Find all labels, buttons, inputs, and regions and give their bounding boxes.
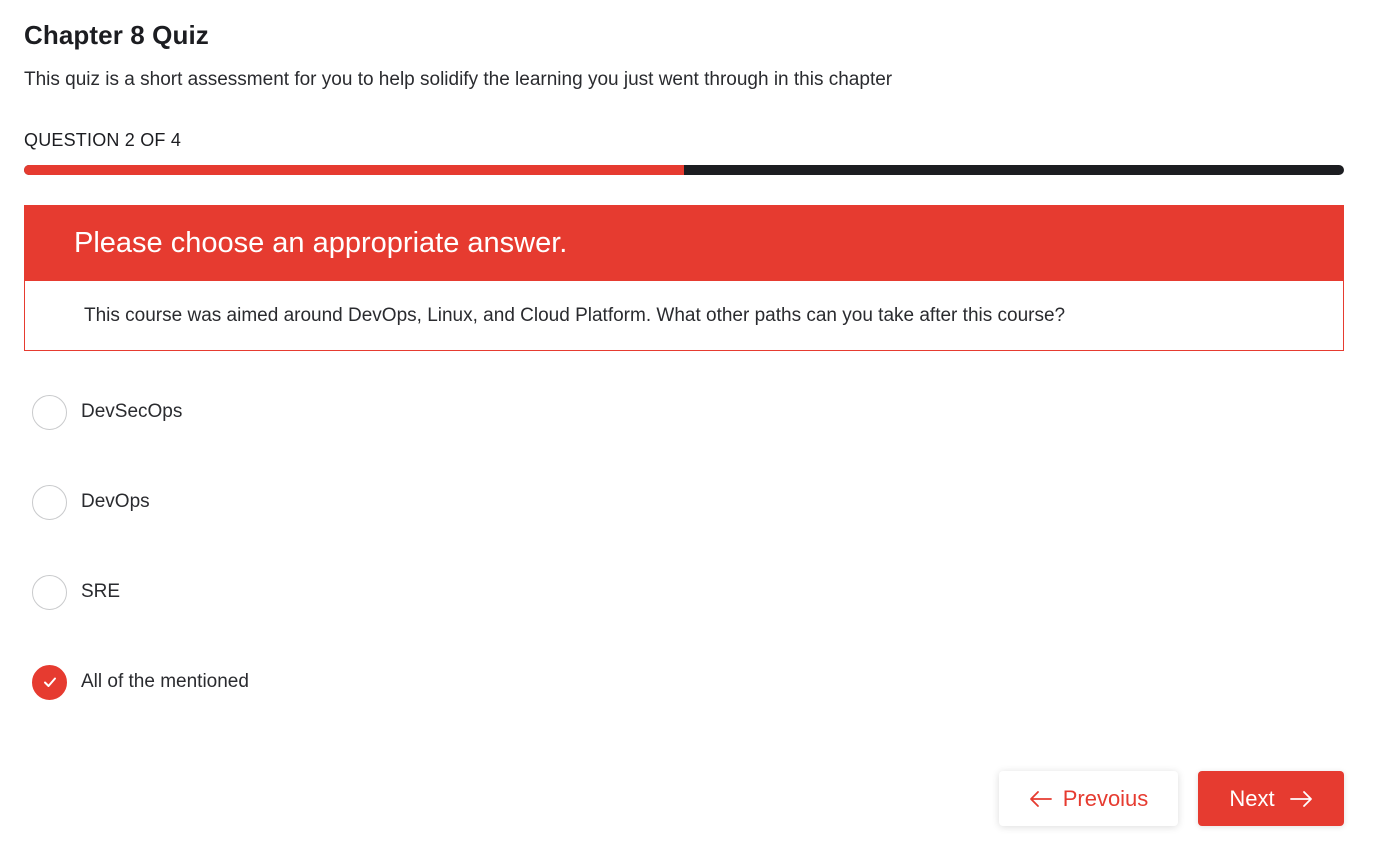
answer-option[interactable]: SRE bbox=[32, 574, 120, 610]
answer-option-label: DevOps bbox=[81, 491, 150, 512]
question-header: Please choose an appropriate answer. bbox=[25, 206, 1343, 281]
answer-option-label: DevSecOps bbox=[81, 401, 183, 422]
previous-button[interactable]: Prevoius bbox=[999, 771, 1178, 826]
radio-button[interactable] bbox=[32, 574, 67, 610]
check-icon bbox=[43, 677, 56, 687]
radio-button[interactable] bbox=[32, 394, 67, 430]
question-text: This course was aimed around DevOps, Lin… bbox=[84, 304, 1066, 326]
page-title: Chapter 8 Quiz bbox=[24, 20, 209, 50]
progress-label: QUESTION 2 OF 4 bbox=[24, 130, 182, 150]
radio-button-checked[interactable] bbox=[32, 664, 67, 700]
answer-option-selected[interactable]: All of the mentioned bbox=[32, 664, 249, 700]
answer-option-label: All of the mentioned bbox=[81, 671, 249, 692]
next-button-label: Next bbox=[1229, 785, 1275, 811]
radio-button[interactable] bbox=[32, 484, 67, 520]
arrow-right-icon bbox=[1289, 790, 1312, 807]
arrow-left-icon bbox=[1029, 790, 1052, 807]
page-subtitle: This quiz is a short assessment for you … bbox=[24, 69, 893, 90]
previous-button-label: Prevoius bbox=[1062, 785, 1149, 811]
answer-option[interactable]: DevOps bbox=[32, 484, 150, 520]
answer-option[interactable]: DevSecOps bbox=[32, 394, 182, 430]
quiz-page: Chapter 8 Quiz This quiz is a short asse… bbox=[0, 0, 1376, 852]
progress-bar-fill bbox=[24, 165, 684, 175]
next-button[interactable]: Next bbox=[1198, 771, 1344, 826]
question-card: Please choose an appropriate answer. Thi… bbox=[24, 205, 1344, 351]
answer-option-label: SRE bbox=[81, 581, 121, 602]
progress-bar bbox=[24, 165, 1344, 175]
